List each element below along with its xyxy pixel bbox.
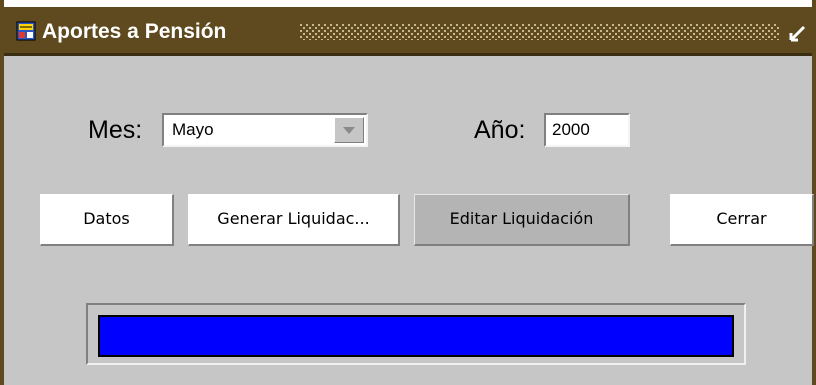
title-bar[interactable]: Aportes a Pensión (4, 7, 812, 56)
year-label: Año: (474, 116, 526, 144)
cerrar-button[interactable]: Cerrar (670, 194, 814, 246)
app-form-icon[interactable] (16, 21, 36, 41)
form-window: Aportes a Pensión Mes: Mayo Año: 2000 Da… (0, 0, 816, 385)
window-top-strip (4, 0, 812, 7)
title-bar-edge (4, 53, 812, 56)
month-select[interactable]: Mayo (162, 113, 368, 147)
month-select-value: Mayo (172, 120, 214, 139)
window-title: Aportes a Pensión (42, 20, 227, 43)
progress-track (98, 315, 734, 357)
datos-button[interactable]: Datos (40, 194, 174, 246)
year-input[interactable] (544, 113, 630, 147)
minimize-icon[interactable] (788, 23, 808, 43)
editar-liquidacion-button[interactable]: Editar Liquidación (414, 194, 630, 246)
chevron-down-icon (343, 127, 355, 134)
month-label: Mes: (88, 116, 143, 144)
progress-fill (100, 317, 732, 355)
title-bar-pattern (300, 24, 780, 40)
month-dropdown-button[interactable] (334, 117, 364, 143)
generar-liquidacion-button[interactable]: Generar Liquidac... (188, 194, 400, 246)
progress-bar (86, 303, 746, 365)
